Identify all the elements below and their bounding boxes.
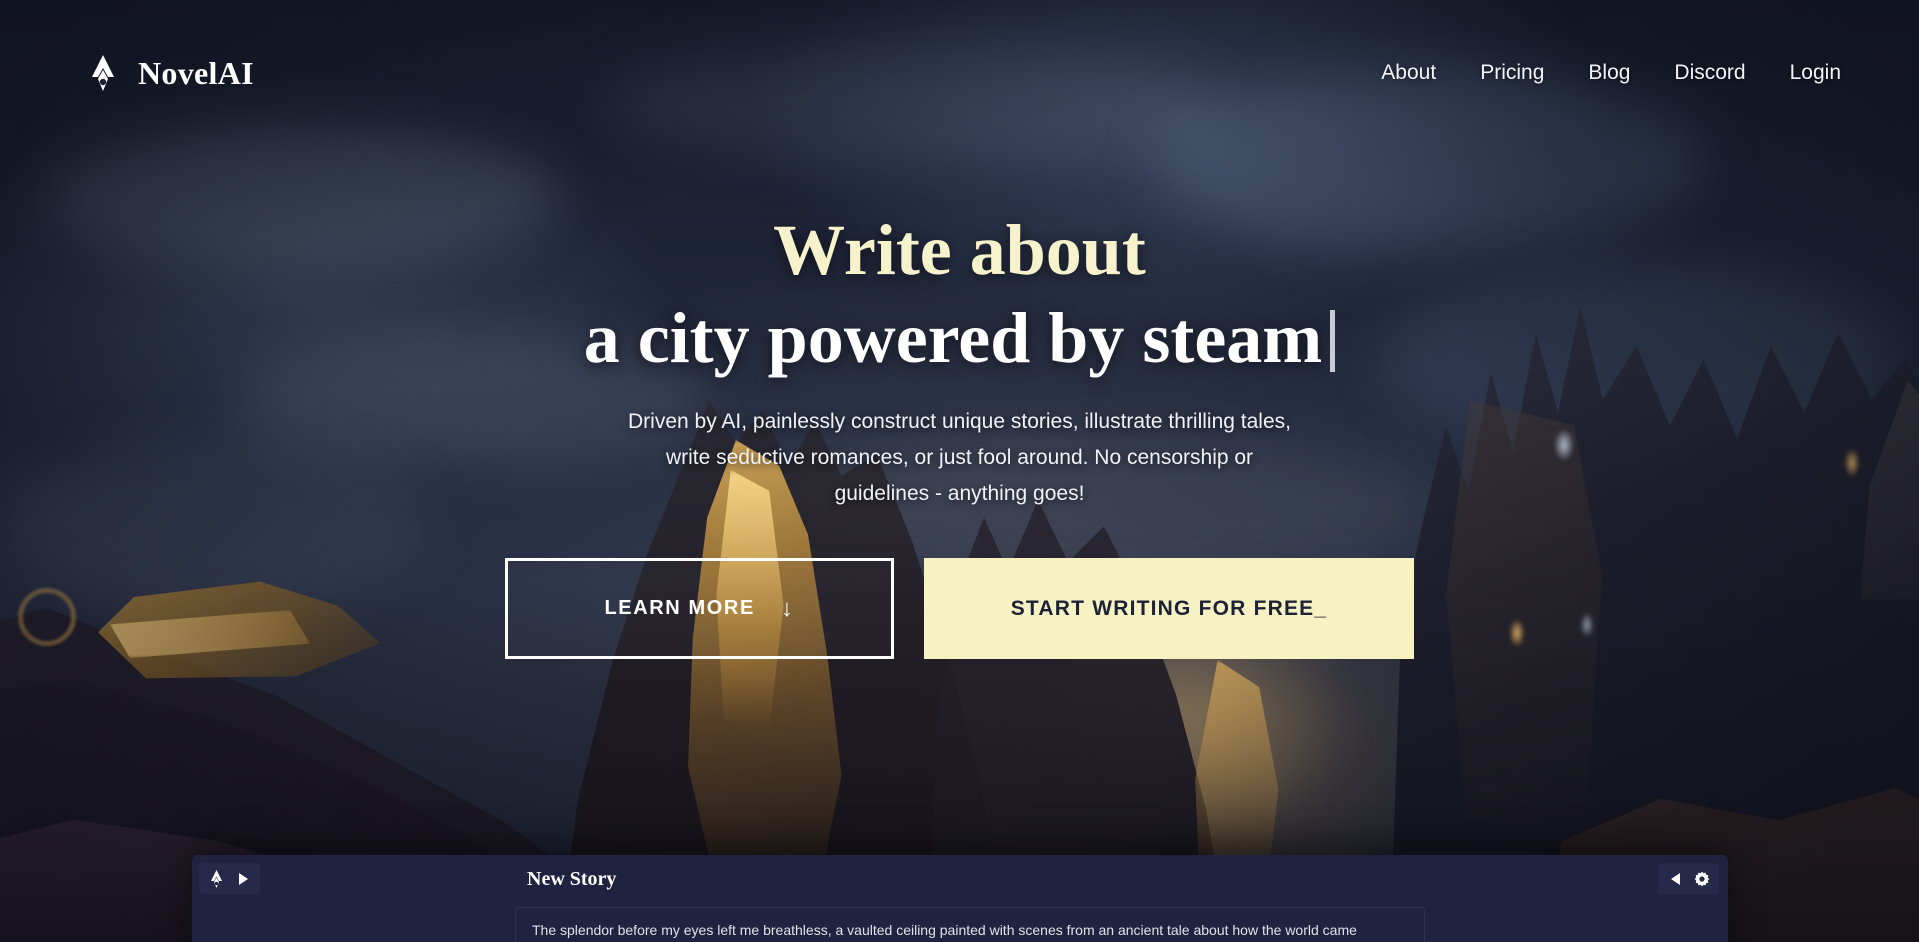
page-title: Write about a city powered by steam bbox=[584, 206, 1336, 382]
nav-link-blog[interactable]: Blog bbox=[1566, 55, 1652, 91]
gear-icon[interactable] bbox=[1692, 869, 1711, 888]
collapse-sidebar-left-icon[interactable] bbox=[1666, 869, 1685, 888]
expand-sidebar-right-icon[interactable] bbox=[233, 869, 252, 888]
learn-more-label: LEARN MORE bbox=[604, 597, 755, 619]
hero-section: NovelAI About Pricing Blog Discord Login… bbox=[0, 0, 1919, 942]
editor-toolbar: New Story bbox=[192, 855, 1728, 911]
story-text: The splendor before my eyes left me brea… bbox=[532, 922, 1357, 938]
arrow-down-icon: ↓ bbox=[780, 594, 795, 622]
headline-line-2: a city powered by steam bbox=[583, 298, 1323, 378]
novelai-pen-nib-icon bbox=[88, 55, 118, 91]
headline-line-1: Write about bbox=[773, 210, 1146, 290]
headline-line-2-wrapper: a city powered by steam bbox=[584, 294, 1336, 382]
brand-name: NovelAI bbox=[138, 54, 254, 91]
text-cursor-icon bbox=[1330, 310, 1336, 372]
start-writing-for-free-button[interactable]: START WRITING FOR FREE_ bbox=[924, 558, 1414, 659]
nav-link-about[interactable]: About bbox=[1359, 55, 1458, 91]
start-writing-label: START WRITING FOR FREE_ bbox=[1010, 596, 1328, 620]
editor-right-controls bbox=[1658, 863, 1719, 894]
nav-links: About Pricing Blog Discord Login bbox=[1359, 55, 1863, 91]
story-text-editor[interactable]: The splendor before my eyes left me brea… bbox=[515, 907, 1425, 942]
hero-content: Write about a city powered by steam Driv… bbox=[0, 206, 1919, 659]
editor-story-title: New Story bbox=[527, 868, 617, 890]
nav-link-login[interactable]: Login bbox=[1768, 55, 1863, 91]
editor-preview-panel: New Story The splendor before my eyes le… bbox=[192, 855, 1728, 942]
learn-more-button[interactable]: LEARN MORE ↓ bbox=[505, 558, 894, 659]
editor-left-controls bbox=[199, 863, 260, 894]
top-navigation: NovelAI About Pricing Blog Discord Login bbox=[0, 0, 1919, 146]
nav-link-discord[interactable]: Discord bbox=[1652, 55, 1767, 91]
nav-link-pricing[interactable]: Pricing bbox=[1458, 55, 1566, 91]
cta-row: LEARN MORE ↓ START WRITING FOR FREE_ bbox=[505, 558, 1414, 659]
brand-logo[interactable]: NovelAI bbox=[88, 55, 254, 92]
hero-subtitle: Driven by AI, painlessly construct uniqu… bbox=[628, 410, 1291, 505]
novelai-pen-nib-icon[interactable] bbox=[207, 869, 226, 888]
